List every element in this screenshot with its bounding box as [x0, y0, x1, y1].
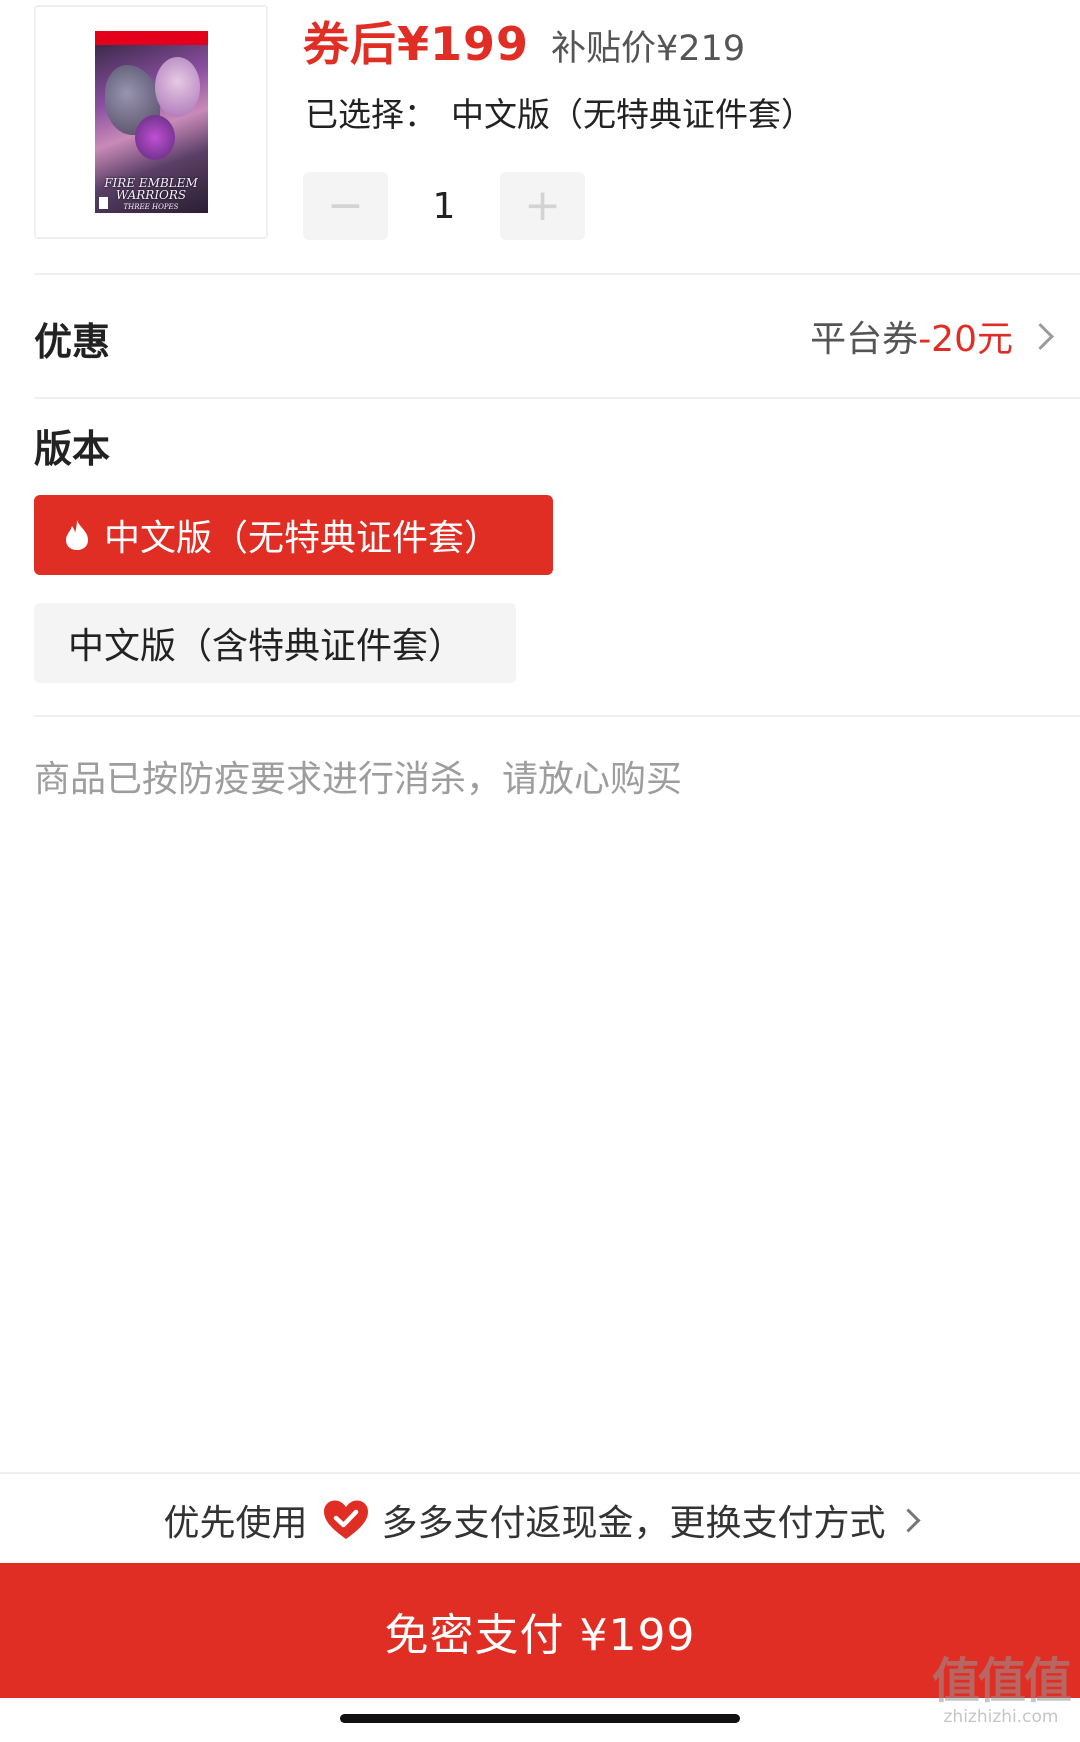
- cover-art-figure: [154, 57, 200, 117]
- game-cover-image: FIRE EMBLEM WARRIORS THREE HOPES: [94, 31, 208, 213]
- version-option-label: 中文版（含特典证件套）: [68, 626, 465, 667]
- selected-variant: 已选择： 中文版（无特典证件套）: [305, 88, 814, 136]
- coupon-value: -20元: [918, 319, 1013, 360]
- version-label: 版本: [34, 427, 111, 471]
- switch-logo-icon: [101, 34, 112, 45]
- version-option-with-bonus[interactable]: 中文版（含特典证件套）: [34, 603, 516, 683]
- quantity-stepper: − 1 +: [303, 172, 585, 240]
- payment-method-switch[interactable]: 优先使用 多多支付返现金，更换支付方式: [0, 1472, 1080, 1566]
- price-row: 券后¥199 补贴价¥219: [303, 8, 746, 71]
- quantity-value: 1: [432, 185, 456, 227]
- divider: [34, 273, 1080, 275]
- increase-quantity-button[interactable]: +: [500, 172, 585, 240]
- cover-title: FIRE EMBLEM WARRIORS: [104, 176, 198, 202]
- rating-badge-icon: [98, 197, 108, 209]
- cover-art-figure: [134, 115, 175, 160]
- chevron-right-icon: [895, 1507, 921, 1533]
- coupon-selector[interactable]: 平台券 -20元: [810, 310, 1054, 362]
- watermark-sub: zhizhizhi.com: [943, 1707, 1059, 1727]
- password-free-pay-button[interactable]: 免密支付 ¥199: [0, 1563, 1080, 1698]
- decrease-quantity-button[interactable]: −: [303, 172, 388, 240]
- coupon-price: 券后¥199: [303, 17, 530, 71]
- coupon-label: 平台券: [810, 319, 919, 360]
- discount-label: 优惠: [34, 320, 111, 364]
- site-watermark: 值值值 zhizhizhi.com: [931, 1653, 1072, 1727]
- pay-button-label: 免密支付 ¥199: [384, 1609, 696, 1661]
- plus-icon: +: [524, 180, 561, 231]
- disinfection-notice: 商品已按防疫要求进行消杀，请放心购买: [34, 759, 683, 800]
- version-option-no-bonus[interactable]: 中文版（无特典证件套）: [34, 495, 553, 575]
- chevron-right-icon: [1027, 322, 1054, 350]
- divider: [34, 397, 1080, 399]
- divider: [34, 715, 1080, 717]
- minus-icon: −: [327, 180, 364, 231]
- payment-hint-prefix: 优先使用: [163, 1503, 308, 1544]
- version-option-label: 中文版（无特典证件套）: [104, 518, 501, 559]
- order-sheet: FIRE EMBLEM WARRIORS THREE HOPES 券后¥199 …: [0, 0, 1080, 1742]
- payment-hint-suffix: 多多支付返现金，更换支付方式: [381, 1503, 886, 1544]
- selected-value: 中文版（无特典证件套）: [451, 95, 814, 134]
- watermark-main: 值值值: [931, 1653, 1072, 1709]
- home-indicator[interactable]: [340, 1714, 740, 1723]
- cover-subtitle: THREE HOPES: [123, 203, 179, 211]
- selected-prefix: 已选择：: [305, 95, 437, 134]
- flame-icon: [66, 520, 88, 550]
- subsidy-price: 补贴价¥219: [551, 29, 746, 69]
- duoduo-pay-heart-icon: [323, 1500, 368, 1539]
- product-thumbnail[interactable]: FIRE EMBLEM WARRIORS THREE HOPES: [34, 5, 268, 239]
